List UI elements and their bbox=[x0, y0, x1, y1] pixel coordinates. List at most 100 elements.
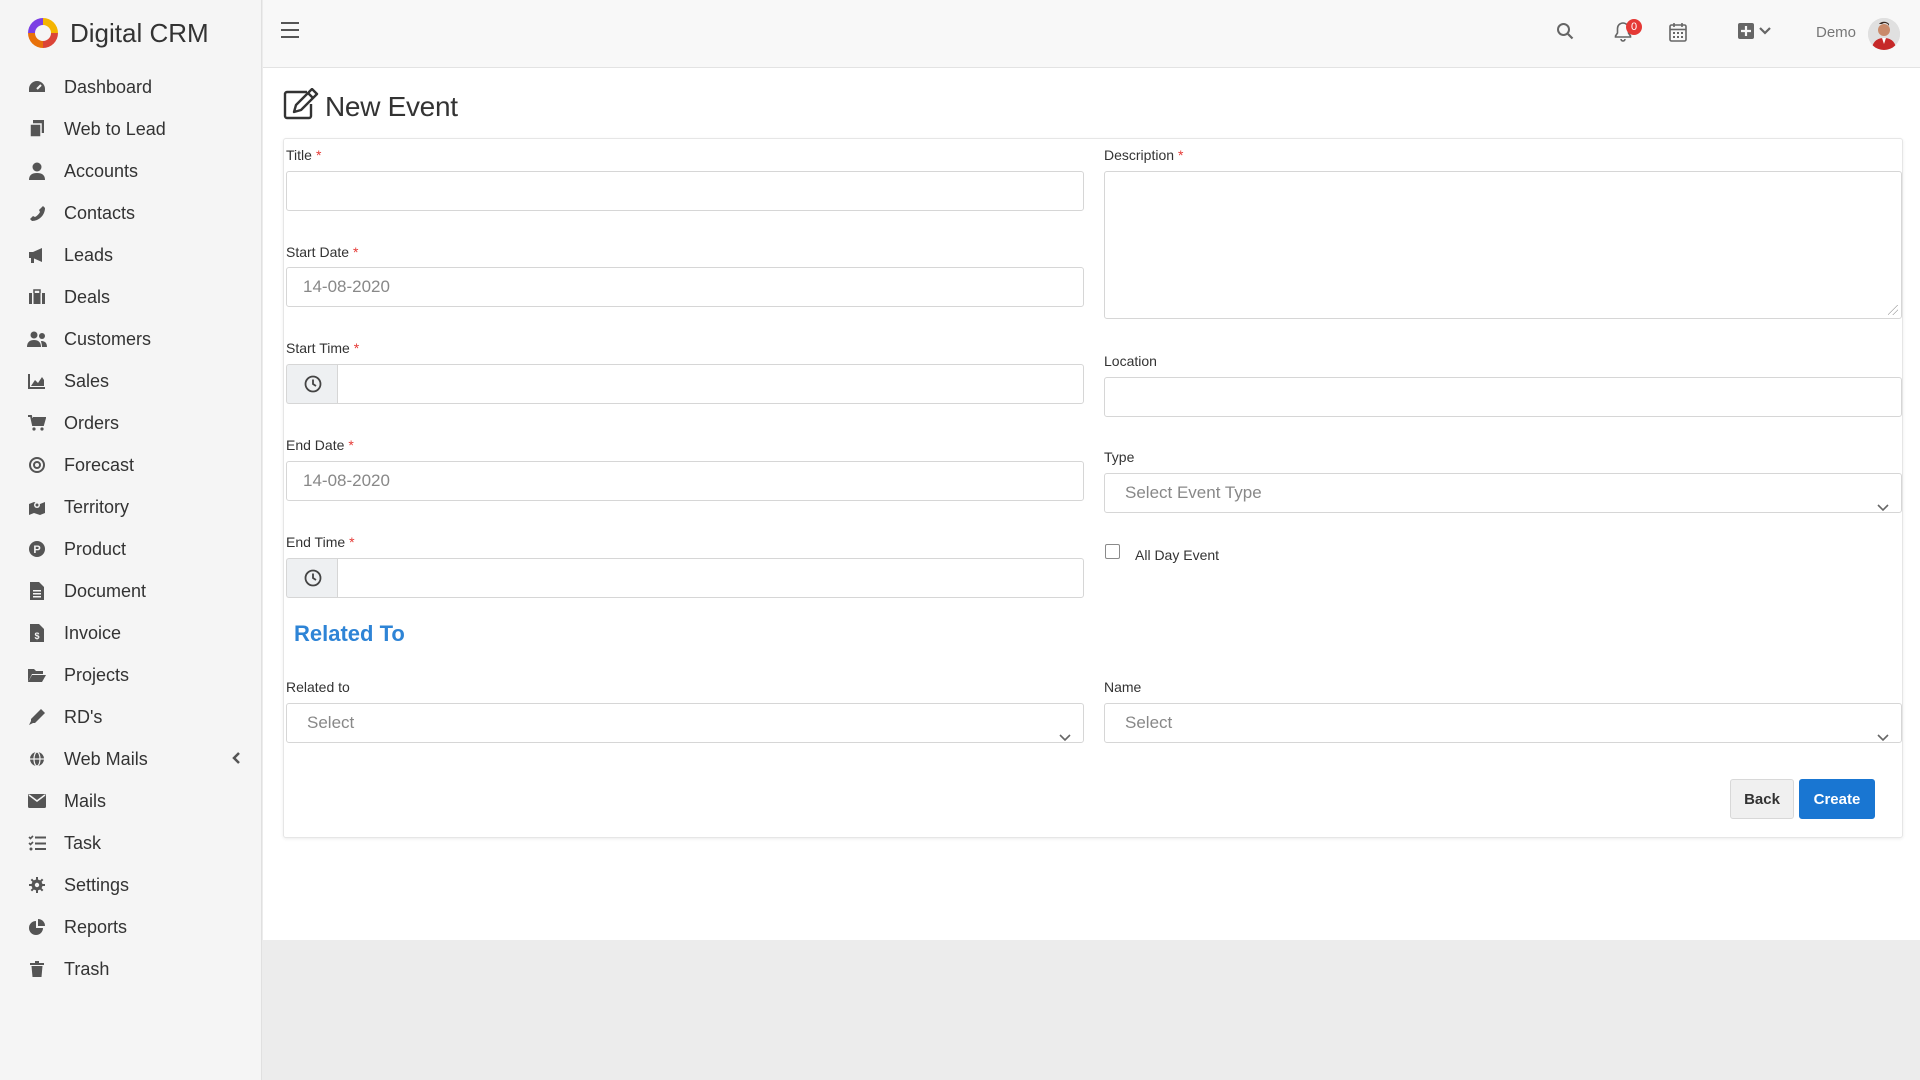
type-label: Type bbox=[1104, 449, 1135, 465]
end-date-label: End Date * bbox=[286, 437, 354, 453]
svg-text:$: $ bbox=[34, 631, 39, 641]
product-p-icon: P bbox=[26, 539, 48, 559]
related-to-label: Related to bbox=[286, 679, 350, 695]
globe-icon bbox=[26, 749, 48, 769]
tasks-icon bbox=[26, 833, 48, 853]
title-input[interactable] bbox=[286, 171, 1084, 211]
start-date-input[interactable]: 14-08-2020 bbox=[286, 267, 1084, 307]
sidebar-item-settings[interactable]: Settings bbox=[0, 864, 261, 906]
sidebar-item-mails[interactable]: Mails bbox=[0, 780, 261, 822]
end-date-input[interactable]: 14-08-2020 bbox=[286, 461, 1084, 501]
folder-open-icon bbox=[26, 665, 48, 685]
notification-bell-icon[interactable]: 0 bbox=[1614, 19, 1642, 47]
menu-toggle-icon[interactable] bbox=[281, 22, 299, 40]
sidebar-item-label: Contacts bbox=[64, 202, 136, 223]
sidebar-item-projects[interactable]: Projects bbox=[0, 654, 261, 696]
required-mark: * bbox=[353, 244, 359, 260]
calendar-icon[interactable] bbox=[1669, 22, 1687, 47]
sidebar: Digital CRM Dashboard Web to Lead Accoun… bbox=[0, 0, 262, 1080]
trash-icon bbox=[26, 959, 48, 979]
sidebar-item-task[interactable]: Task bbox=[0, 822, 261, 864]
related-to-select[interactable]: Select bbox=[286, 703, 1084, 743]
chevron-down-icon bbox=[1877, 718, 1889, 756]
sidebar-item-label: Deals bbox=[64, 286, 111, 307]
name-label: Name bbox=[1104, 679, 1142, 695]
all-day-label[interactable]: All Day Event bbox=[1135, 547, 1219, 563]
sidebar-item-label: Reports bbox=[64, 916, 128, 937]
page-title-text: New Event bbox=[325, 90, 458, 122]
required-mark: * bbox=[348, 437, 354, 453]
dashboard-icon bbox=[26, 77, 48, 97]
description-label: Description * bbox=[1104, 147, 1184, 163]
invoice-icon: $ bbox=[26, 623, 48, 643]
sidebar-item-label: Accounts bbox=[64, 160, 139, 181]
back-button[interactable]: Back bbox=[1730, 779, 1794, 819]
sidebar-item-label: Sales bbox=[64, 370, 110, 391]
sidebar-item-customers[interactable]: Customers bbox=[0, 318, 261, 360]
sidebar-item-label: Settings bbox=[64, 874, 130, 895]
sidebar-item-label: Forecast bbox=[64, 454, 135, 475]
sidebar-item-label: Mails bbox=[64, 790, 107, 811]
sidebar-item-forecast[interactable]: Forecast bbox=[0, 444, 261, 486]
sidebar-item-invoice[interactable]: $ Invoice bbox=[0, 612, 261, 654]
user-icon bbox=[26, 161, 48, 181]
sidebar-item-label: Projects bbox=[64, 664, 130, 685]
sidebar-item-web-to-lead[interactable]: Web to Lead bbox=[0, 108, 261, 150]
resize-grip-icon[interactable] bbox=[1888, 305, 1898, 315]
create-button[interactable]: Create bbox=[1799, 779, 1875, 819]
sidebar-item-document[interactable]: Document bbox=[0, 570, 261, 612]
sidebar-item-sales[interactable]: Sales bbox=[0, 360, 261, 402]
add-menu-icon[interactable] bbox=[1738, 22, 1774, 45]
notification-badge: 0 bbox=[1626, 19, 1642, 35]
required-mark: * bbox=[1178, 147, 1184, 163]
location-input[interactable] bbox=[1104, 377, 1902, 417]
name-select[interactable]: Select bbox=[1104, 703, 1902, 743]
chevron-left-icon[interactable] bbox=[231, 751, 241, 770]
sidebar-item-label: Document bbox=[64, 580, 147, 601]
sidebar-item-leads[interactable]: Leads bbox=[0, 234, 261, 276]
end-time-input[interactable] bbox=[337, 558, 1084, 598]
user-avatar[interactable] bbox=[1868, 18, 1900, 50]
sidebar-item-web-mails[interactable]: Web Mails bbox=[0, 738, 261, 780]
phone-icon bbox=[26, 203, 48, 223]
sidebar-item-deals[interactable]: Deals bbox=[0, 276, 261, 318]
all-day-checkbox[interactable] bbox=[1105, 544, 1120, 559]
start-time-label: Start Time * bbox=[286, 340, 360, 356]
sidebar-item-rds[interactable]: RD's bbox=[0, 696, 261, 738]
sidebar-item-territory[interactable]: Territory bbox=[0, 486, 261, 528]
clock-icon[interactable] bbox=[286, 364, 338, 404]
brand[interactable]: Digital CRM bbox=[0, 0, 261, 66]
start-time-input[interactable] bbox=[337, 364, 1084, 404]
sidebar-item-dashboard[interactable]: Dashboard bbox=[0, 66, 261, 108]
sidebar-item-label: Trash bbox=[64, 958, 110, 979]
sidebar-item-label: Dashboard bbox=[64, 76, 153, 97]
event-type-select[interactable]: Select Event Type bbox=[1104, 473, 1902, 513]
sidebar-item-accounts[interactable]: Accounts bbox=[0, 150, 261, 192]
sidebar-item-orders[interactable]: Orders bbox=[0, 402, 261, 444]
title-label: Title * bbox=[286, 147, 322, 163]
area-chart-icon bbox=[26, 371, 48, 391]
sidebar-item-trash[interactable]: Trash bbox=[0, 948, 261, 990]
end-time-label: End Time * bbox=[286, 534, 355, 550]
pie-chart-icon bbox=[26, 917, 48, 937]
sidebar-item-contacts[interactable]: Contacts bbox=[0, 192, 261, 234]
search-icon[interactable] bbox=[1556, 22, 1574, 45]
description-textarea[interactable] bbox=[1104, 171, 1902, 319]
required-mark: * bbox=[315, 147, 322, 163]
file-icon bbox=[26, 581, 48, 601]
map-marked-icon bbox=[26, 497, 48, 517]
users-icon bbox=[26, 329, 48, 349]
sidebar-item-label: RD's bbox=[64, 706, 103, 727]
sidebar-item-label: Leads bbox=[64, 244, 114, 265]
brand-name: Digital CRM bbox=[70, 17, 209, 48]
sidebar-item-label: Orders bbox=[64, 412, 120, 433]
main-content: New Event Title * Start Date * 14-08-2020 … bbox=[263, 68, 1920, 940]
sidebar-item-product[interactable]: P Product bbox=[0, 528, 261, 570]
start-date-label: Start Date * bbox=[286, 244, 359, 260]
clock-icon[interactable] bbox=[286, 558, 338, 598]
sidebar-item-reports[interactable]: Reports bbox=[0, 906, 261, 948]
required-mark: * bbox=[349, 534, 355, 550]
svg-text:P: P bbox=[33, 544, 40, 556]
sidebar-item-label: Product bbox=[64, 538, 127, 559]
user-name[interactable]: Demo bbox=[1816, 24, 1856, 41]
